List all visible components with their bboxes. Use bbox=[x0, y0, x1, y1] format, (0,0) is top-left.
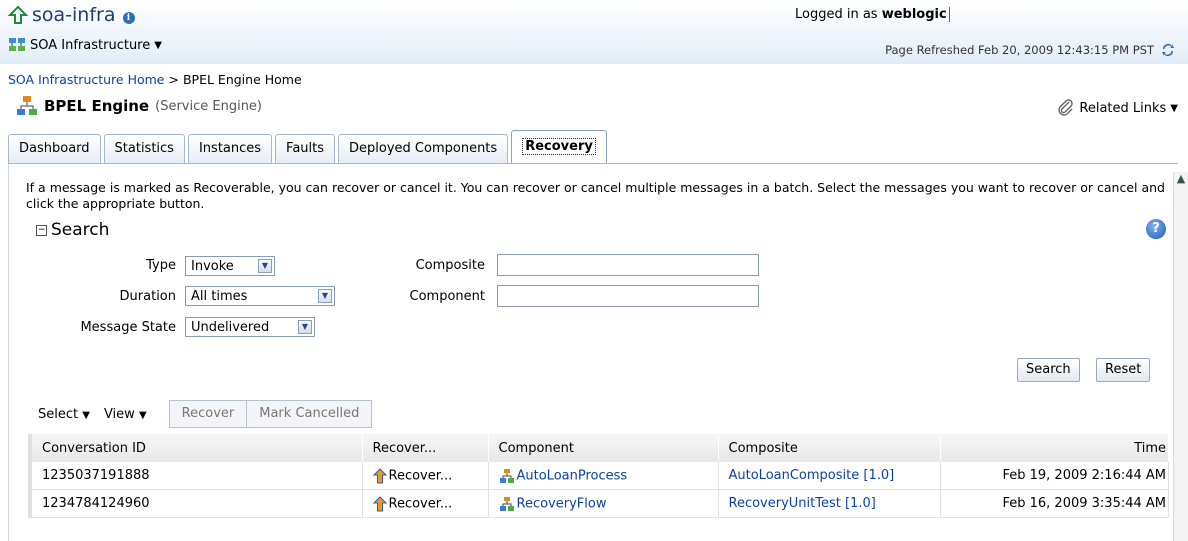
type-select[interactable]: Invoke ▼ bbox=[185, 256, 275, 276]
time-cell: Feb 16, 2009 3:35:44 AM bbox=[940, 489, 1169, 518]
duration-select-value: All times bbox=[191, 289, 248, 304]
component-cell[interactable]: RecoveryFlow bbox=[488, 489, 719, 518]
breadcrumb-current: BPEL Engine Home bbox=[182, 72, 302, 87]
search-button[interactable]: Search bbox=[1017, 358, 1080, 382]
table-row[interactable]: 1234784124960 Recover... RecoveryFlow Re… bbox=[28, 489, 1169, 518]
recover-cell[interactable]: Recover... bbox=[362, 489, 489, 518]
component-icon bbox=[499, 468, 514, 483]
user-name[interactable]: weblogic bbox=[882, 7, 947, 22]
refresh-icon[interactable] bbox=[1160, 42, 1176, 58]
page-title-text: BPEL Engine bbox=[44, 97, 150, 115]
breadcrumb: SOA Infrastructure Home > BPEL Engine Ho… bbox=[8, 72, 302, 87]
conversation-id-cell: 1234784124960 bbox=[32, 489, 363, 518]
composite-cell[interactable]: RecoveryUnitTest [1.0] bbox=[718, 489, 941, 518]
recover-link[interactable]: Recover... bbox=[389, 468, 453, 483]
recovery-messages-table: Conversation ID Recover... Component Com… bbox=[28, 434, 1169, 518]
recover-icon bbox=[372, 495, 387, 511]
tab-dashboard[interactable]: Dashboard bbox=[8, 134, 101, 163]
view-menu[interactable]: View ▼ bbox=[104, 407, 147, 422]
column-header-time[interactable]: Time bbox=[940, 434, 1169, 462]
tab-deployed-components[interactable]: Deployed Components bbox=[338, 134, 509, 163]
column-header-component[interactable]: Component bbox=[488, 434, 719, 462]
table-row[interactable]: 1235037191888 Recover... AutoLoanProcess… bbox=[28, 462, 1169, 490]
type-label: Type bbox=[146, 258, 176, 273]
info-icon[interactable]: i bbox=[122, 11, 135, 24]
tab-recovery[interactable]: Recovery bbox=[511, 130, 607, 163]
column-header-composite[interactable]: Composite bbox=[718, 434, 941, 462]
time-cell: Feb 19, 2009 2:16:44 AM bbox=[940, 462, 1169, 490]
app-title-text: soa-infra bbox=[32, 4, 116, 26]
logged-in-label: Logged in as bbox=[795, 7, 878, 22]
page-subtitle: (Service Engine) bbox=[155, 98, 263, 114]
select-menu[interactable]: Select ▼ bbox=[38, 407, 90, 422]
view-menu-label: View bbox=[103, 406, 135, 422]
search-heading: Search bbox=[51, 220, 110, 240]
tab-bar: Dashboard Statistics Instances Faults De… bbox=[8, 130, 610, 163]
paperclip-icon bbox=[1058, 99, 1074, 116]
composite-link[interactable]: AutoLoanComposite [1.0] bbox=[729, 468, 895, 483]
recovery-description: If a message is marked as Recoverable, y… bbox=[26, 180, 1165, 211]
tab-instances[interactable]: Instances bbox=[187, 134, 273, 163]
header-bar: soa-infra i SOA Infrastructure ▼ Logged … bbox=[0, 0, 1188, 64]
app-menu-label: SOA Infrastructure bbox=[30, 37, 151, 53]
chevron-down-icon: ▼ bbox=[298, 320, 312, 334]
bpel-engine-icon bbox=[17, 96, 37, 115]
component-link[interactable]: AutoLoanProcess bbox=[517, 468, 628, 483]
component-icon bbox=[499, 496, 514, 511]
recover-link[interactable]: Recover... bbox=[389, 496, 453, 511]
component-link[interactable]: RecoveryFlow bbox=[517, 496, 607, 511]
toolbar-buttons: Recover Mark Cancelled bbox=[168, 400, 373, 428]
search-section-header[interactable]: − Search bbox=[36, 220, 109, 240]
duration-select[interactable]: All times ▼ bbox=[185, 286, 335, 306]
soa-infrastructure-menu[interactable]: SOA Infrastructure ▼ bbox=[8, 37, 162, 53]
tab-recovery-label: Recovery bbox=[522, 138, 596, 155]
column-header-recover[interactable]: Recover... bbox=[362, 434, 489, 462]
chevron-down-icon: ▼ bbox=[82, 409, 90, 421]
recover-cell[interactable]: Recover... bbox=[362, 462, 489, 490]
table-toolbar: Select ▼ View ▼ Recover Mark Cancelled bbox=[38, 400, 373, 428]
reset-button[interactable]: Reset bbox=[1096, 358, 1151, 382]
composite-input[interactable] bbox=[497, 254, 759, 276]
table-header-row: Conversation ID Recover... Component Com… bbox=[28, 434, 1169, 462]
recover-icon bbox=[372, 467, 387, 483]
component-label: Component bbox=[409, 289, 485, 304]
type-select-value: Invoke bbox=[191, 259, 234, 274]
chevron-down-icon: ▼ bbox=[1170, 102, 1178, 114]
page-title: BPEL Engine (Service Engine) bbox=[16, 95, 262, 117]
scroll-up-icon[interactable]: ▲ bbox=[1174, 172, 1188, 185]
breadcrumb-separator: > bbox=[168, 72, 179, 87]
page-refreshed: Page Refreshed Feb 20, 2009 12:43:15 PM … bbox=[885, 42, 1176, 58]
composite-cell[interactable]: AutoLoanComposite [1.0] bbox=[718, 462, 941, 490]
related-links-label: Related Links bbox=[1079, 100, 1167, 116]
app-title: soa-infra i bbox=[8, 4, 135, 26]
up-arrow-icon[interactable] bbox=[8, 5, 28, 25]
component-cell[interactable]: AutoLoanProcess bbox=[488, 462, 719, 490]
component-input[interactable] bbox=[497, 285, 759, 307]
help-icon[interactable]: ? bbox=[1146, 219, 1166, 239]
chevron-down-icon: ▼ bbox=[318, 289, 332, 303]
composite-link[interactable]: RecoveryUnitTest [1.0] bbox=[729, 496, 876, 511]
breadcrumb-home-link[interactable]: SOA Infrastructure Home bbox=[8, 72, 165, 87]
chevron-down-icon: ▼ bbox=[154, 39, 162, 51]
related-links-menu[interactable]: Related Links ▼ bbox=[1057, 99, 1178, 117]
conversation-id-cell: 1235037191888 bbox=[32, 462, 363, 490]
tab-statistics[interactable]: Statistics bbox=[103, 134, 185, 163]
refreshed-text: Page Refreshed Feb 20, 2009 12:43:15 PM … bbox=[885, 43, 1154, 57]
composite-label: Composite bbox=[415, 258, 485, 273]
message-state-label: Message State bbox=[80, 320, 176, 335]
message-state-select-value: Undelivered bbox=[191, 320, 270, 335]
recover-button[interactable]: Recover bbox=[170, 401, 247, 427]
mark-cancelled-button[interactable]: Mark Cancelled bbox=[246, 401, 371, 427]
soa-infra-icon bbox=[9, 38, 25, 51]
vertical-scrollbar[interactable]: ▲ bbox=[1173, 172, 1188, 541]
tab-faults[interactable]: Faults bbox=[275, 134, 336, 163]
column-header-conversation-id[interactable]: Conversation ID bbox=[32, 434, 363, 462]
collapse-icon[interactable]: − bbox=[36, 224, 47, 236]
message-state-select[interactable]: Undelivered ▼ bbox=[185, 317, 315, 337]
duration-label: Duration bbox=[119, 289, 176, 304]
chevron-down-icon: ▼ bbox=[138, 409, 147, 421]
select-menu-label: Select bbox=[38, 406, 79, 422]
chevron-down-icon: ▼ bbox=[258, 259, 272, 273]
login-status: Logged in as weblogic bbox=[795, 7, 950, 22]
